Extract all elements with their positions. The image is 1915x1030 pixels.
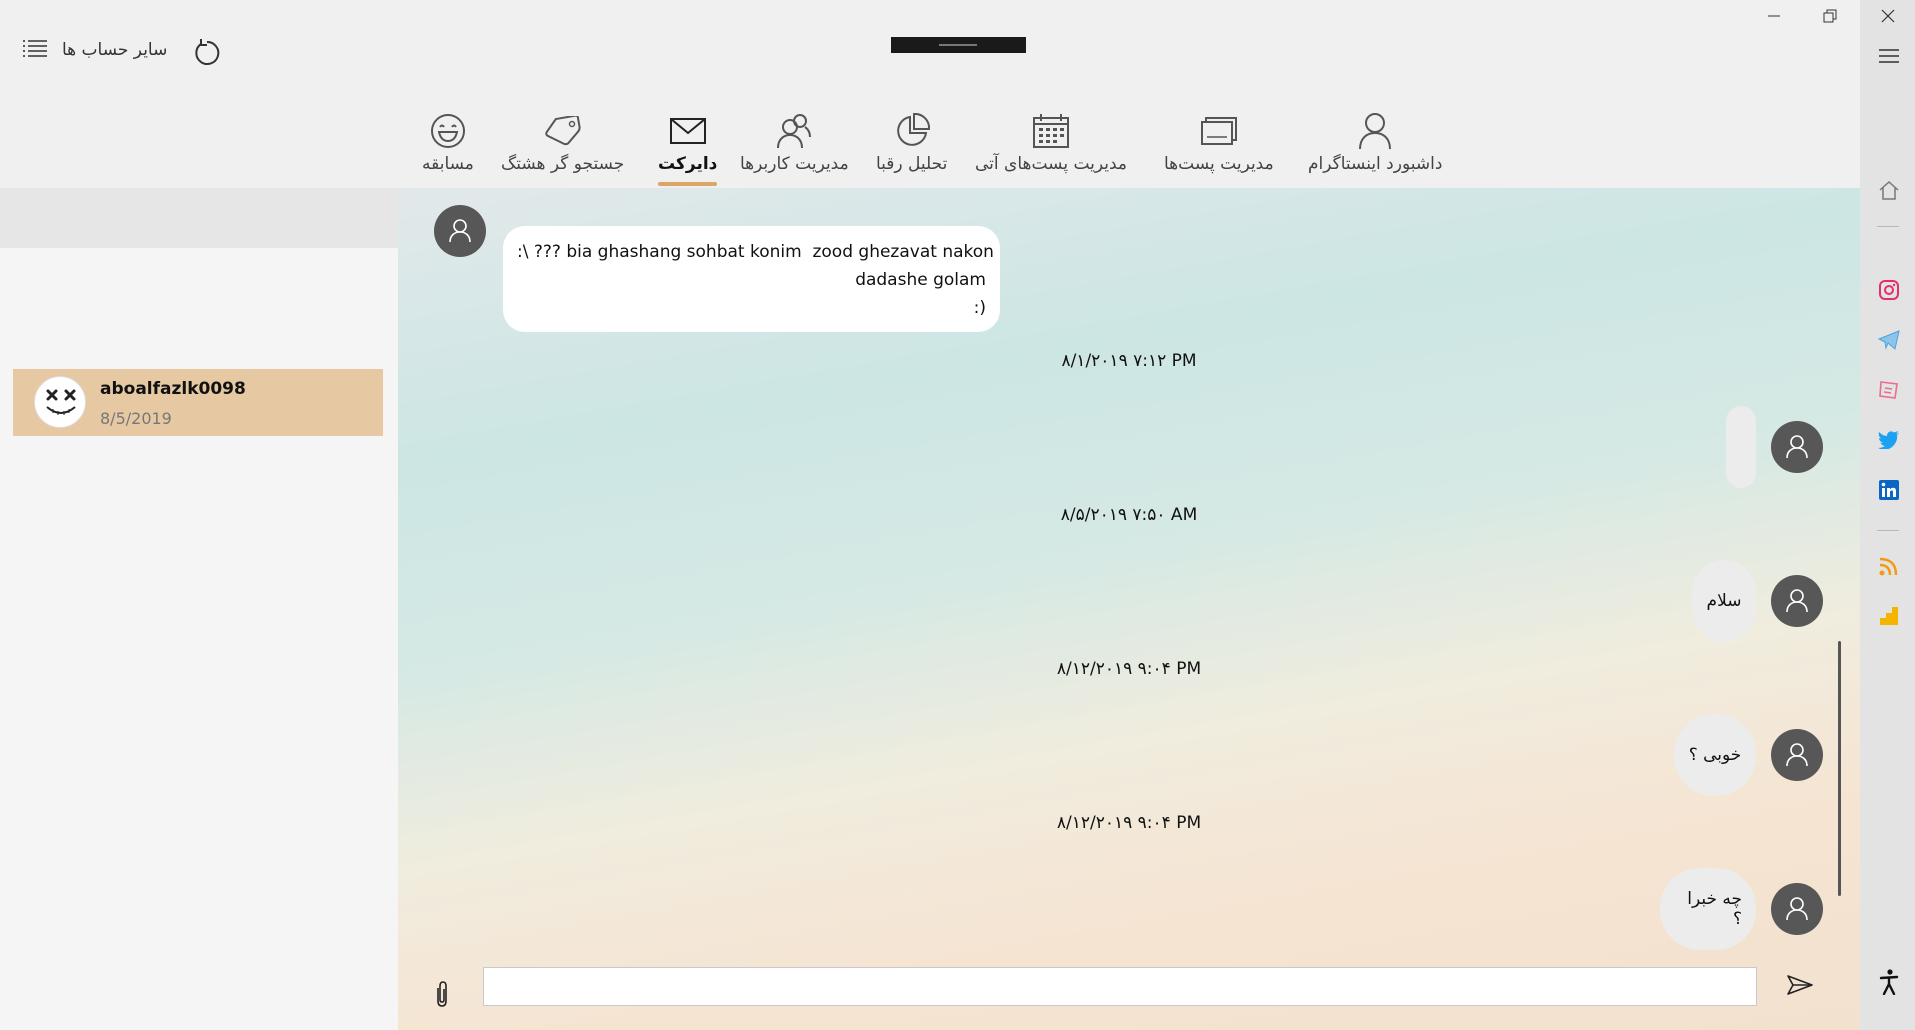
user-icon — [1786, 897, 1808, 921]
sender-avatar — [1771, 883, 1823, 935]
tab-contest[interactable]: مسابقه — [422, 110, 474, 174]
instagram-icon[interactable] — [1877, 278, 1901, 302]
tab-label: جستجو گر هشتگ — [501, 154, 625, 174]
message-bubble-outgoing[interactable] — [1726, 406, 1756, 488]
message-bubble-incoming[interactable]: :\ ??? bia ghashang sohbat konim zood gh… — [503, 226, 1000, 332]
sender-avatar — [1771, 729, 1823, 781]
tab-label: تحلیل رقبا — [876, 154, 948, 174]
app-window: سایر حساب ها داشبورد اینستاگرام مدیریت پ… — [0, 0, 1860, 1030]
chat-area: :\ ??? bia ghashang sohbat konim zood gh… — [398, 188, 1860, 1030]
tab-instagram-dashboard[interactable]: داشبورد اینستاگرام — [1308, 110, 1442, 174]
posts-icon — [1198, 110, 1240, 152]
minimize-button[interactable] — [1508, 6, 1544, 30]
message-line: :) — [973, 298, 986, 318]
tab-label: مدیریت پست‌های آتی — [975, 154, 1128, 174]
sender-avatar — [1771, 421, 1823, 473]
message-line: dadashe golam — [855, 270, 986, 290]
message-bubble-outgoing[interactable]: چه خبرا ؟ — [1660, 868, 1756, 950]
message-input[interactable] — [483, 967, 1757, 1006]
user-icon — [449, 219, 471, 243]
hamburger-menu-icon[interactable] — [1877, 44, 1901, 68]
tab-label: مدیریت کاربرها — [740, 154, 849, 174]
paperclip-icon[interactable] — [434, 980, 450, 1012]
mail-icon — [667, 110, 709, 152]
conversation-date: 8/5/2019 — [100, 409, 172, 428]
message-timestamp: ۸/۱۲/۲۰۱۹ ۹:۰۴ PM — [1056, 813, 1202, 833]
sender-avatar — [434, 205, 486, 257]
telegram-icon[interactable] — [1877, 328, 1901, 352]
chat-scrollbar[interactable] — [1838, 641, 1841, 896]
title-bar: سایر حساب ها — [0, 0, 1860, 92]
tab-label: مسابقه — [422, 154, 474, 174]
rss-icon[interactable] — [1877, 554, 1901, 578]
tab-hashtag-search[interactable]: جستجو گر هشتگ — [501, 110, 624, 174]
message-line: :\ ??? bia ghashang sohbat konim zood gh… — [517, 242, 994, 262]
user-icon — [1786, 743, 1808, 767]
sidebar-divider — [1877, 530, 1899, 531]
message-timestamp: ۸/۵/۲۰۱۹ ۷:۵۰ AM — [1060, 505, 1198, 525]
other-accounts-button[interactable]: سایر حساب ها — [22, 38, 167, 62]
restore-window-button[interactable] — [1812, 4, 1848, 28]
tab-users-management[interactable]: مدیریت کاربرها — [740, 110, 849, 174]
conversation-username: aboalfazlk0098 — [100, 379, 246, 399]
accessibility-icon[interactable] — [1877, 969, 1901, 995]
person-icon — [1354, 110, 1396, 152]
other-accounts-label: سایر حساب ها — [62, 40, 168, 60]
message-timestamp: ۸/۱۲/۲۰۱۹ ۹:۰۴ PM — [1056, 659, 1202, 679]
send-icon[interactable] — [1786, 974, 1814, 1000]
main-tab-bar: داشبورد اینستاگرام مدیریت پست‌ها مدیریت … — [0, 92, 1860, 188]
window-drag-handle[interactable] — [891, 37, 1026, 53]
avatar — [34, 376, 86, 428]
message-bubble-outgoing[interactable]: خوبی ؟ — [1674, 714, 1756, 796]
tab-posts-management[interactable]: مدیریت پست‌ها — [1164, 110, 1274, 174]
right-sidebar — [1860, 0, 1915, 1030]
tab-label: مدیریت پست‌ها — [1164, 154, 1274, 174]
tab-competitor-analysis[interactable]: تحلیل رقبا — [876, 110, 947, 174]
conversation-list-header — [0, 188, 398, 248]
close-window-button[interactable] — [1870, 4, 1906, 28]
smiley-icon — [427, 110, 469, 152]
refresh-icon[interactable] — [192, 38, 222, 72]
user-icon — [1786, 589, 1808, 613]
users-icon — [773, 110, 815, 152]
tab-label: دایرکت — [658, 154, 718, 174]
pie-chart-icon — [891, 110, 933, 152]
sender-avatar — [1771, 575, 1823, 627]
message-bubble-outgoing[interactable]: سلام — [1692, 560, 1756, 642]
message-timestamp: ۸/۱/۲۰۱۹ ۷:۱۲ PM — [1061, 351, 1197, 371]
tab-direct[interactable]: دایرکت — [658, 110, 718, 186]
user-icon — [1786, 435, 1808, 459]
tab-label: داشبورد اینستاگرام — [1308, 154, 1443, 174]
home-icon[interactable] — [1877, 178, 1901, 202]
tab-scheduled-posts[interactable]: مدیریت پست‌های آتی — [975, 110, 1127, 174]
analytics-icon[interactable] — [1877, 604, 1901, 628]
twitter-icon[interactable] — [1877, 428, 1901, 452]
list-icon — [22, 38, 48, 62]
calendar-icon — [1030, 110, 1072, 152]
message-composer — [398, 956, 1860, 1030]
minimize-window-button[interactable] — [1756, 4, 1792, 28]
tag-icon — [542, 110, 584, 152]
conversation-item[interactable]: aboalfazlk0098 8/5/2019 — [13, 369, 383, 436]
linkedin-icon[interactable] — [1877, 478, 1901, 502]
conversation-list-panel: aboalfazlk0098 8/5/2019 — [0, 188, 398, 1030]
sidebar-divider — [1877, 226, 1899, 227]
bale-icon[interactable] — [1877, 378, 1901, 402]
